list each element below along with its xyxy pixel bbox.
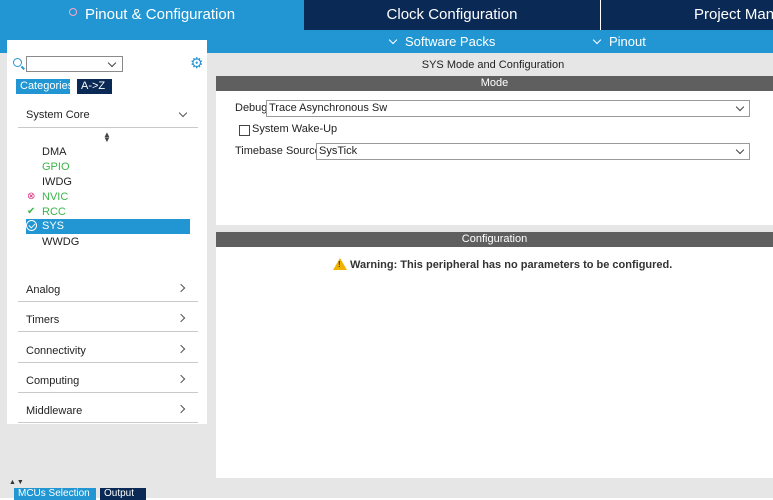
- system-wakeup-label: System Wake-Up: [252, 123, 338, 135]
- group-timers[interactable]: Timers: [26, 314, 59, 326]
- warning-circle-icon: ⊗: [27, 191, 36, 202]
- warning-text: Warning: This peripheral has no paramete…: [350, 259, 673, 271]
- peripheral-wwdg[interactable]: WWDG: [42, 235, 79, 249]
- checkmark-icon: ✔: [27, 206, 36, 217]
- chevron-down-icon: [388, 35, 398, 45]
- gear-icon[interactable]: ⚙: [190, 56, 203, 71]
- tab-output[interactable]: Output: [100, 488, 146, 500]
- configuration-header: Configuration: [216, 232, 773, 247]
- search-input[interactable]: [26, 56, 123, 72]
- divider: [18, 301, 198, 302]
- peripheral-rcc[interactable]: RCC: [42, 205, 66, 219]
- group-system-core[interactable]: System Core: [26, 109, 90, 121]
- group-computing[interactable]: Computing: [26, 375, 79, 387]
- tab-pinout-configuration[interactable]: Pinout & Configuration: [0, 0, 304, 30]
- timebase-source-label: Timebase Source: [235, 145, 321, 157]
- divider: [18, 127, 198, 128]
- chevron-down-icon: [592, 35, 602, 45]
- system-wakeup-checkbox[interactable]: [239, 125, 250, 136]
- group-connectivity[interactable]: Connectivity: [26, 345, 86, 357]
- divider: [18, 362, 198, 363]
- tab-pinout-label: Pinout & Configuration: [84, 6, 236, 23]
- panel-title: SYS Mode and Configuration: [421, 59, 565, 71]
- collapse-expand-icon[interactable]: ▲▼: [9, 479, 25, 486]
- pinout-menu[interactable]: Pinout: [592, 30, 646, 53]
- debug-select-value: Trace Asynchronous Sw: [269, 102, 388, 114]
- main-tab-bar: Pinout & Configuration Clock Configurati…: [0, 0, 773, 30]
- group-analog[interactable]: Analog: [26, 284, 60, 296]
- chevron-down-icon[interactable]: [107, 58, 117, 68]
- timebase-source-value: SysTick: [319, 145, 358, 157]
- search-icon: [13, 58, 22, 67]
- tab-project-label: Project Manager: [694, 6, 773, 23]
- group-middleware[interactable]: Middleware: [26, 405, 82, 417]
- tab-clock-configuration[interactable]: Clock Configuration: [306, 0, 598, 30]
- sort-icon[interactable]: ▲ ▼: [103, 131, 111, 144]
- chevron-down-icon: [735, 145, 745, 155]
- divider: [18, 331, 198, 332]
- active-dot-icon: [68, 8, 77, 16]
- tab-project-manager[interactable]: Project Manager: [600, 0, 773, 30]
- divider: [18, 392, 198, 393]
- software-packs-menu[interactable]: Software Packs: [388, 30, 496, 53]
- warning-message: Warning: This peripheral has no paramete…: [333, 258, 672, 271]
- peripheral-nvic[interactable]: NVIC: [42, 190, 68, 204]
- tab-categories[interactable]: Categories: [16, 79, 73, 94]
- tab-clock-label: Clock Configuration: [386, 6, 518, 23]
- debug-label: Debug: [235, 102, 268, 114]
- peripheral-iwdg[interactable]: IWDG: [42, 175, 72, 189]
- peripheral-sys-label: SYS: [42, 220, 65, 232]
- peripheral-sys[interactable]: SYS: [26, 219, 190, 234]
- pinout-menu-label: Pinout: [609, 34, 646, 49]
- configuration-section: [216, 247, 773, 478]
- tab-a-z[interactable]: A->Z: [77, 79, 112, 94]
- software-packs-label: Software Packs: [405, 34, 496, 49]
- peripheral-dma[interactable]: DMA: [42, 145, 66, 159]
- divider: [18, 422, 198, 423]
- warning-icon: [333, 258, 347, 270]
- tab-mcus-selection[interactable]: MCUs Selection: [14, 488, 96, 500]
- mode-header: Mode: [216, 76, 773, 91]
- debug-select[interactable]: Trace Asynchronous Sw: [266, 100, 750, 117]
- timebase-source-select[interactable]: SysTick: [316, 143, 750, 160]
- chevron-down-icon: [735, 102, 745, 112]
- check-circle-icon: [26, 220, 37, 231]
- peripheral-gpio[interactable]: GPIO: [42, 160, 70, 174]
